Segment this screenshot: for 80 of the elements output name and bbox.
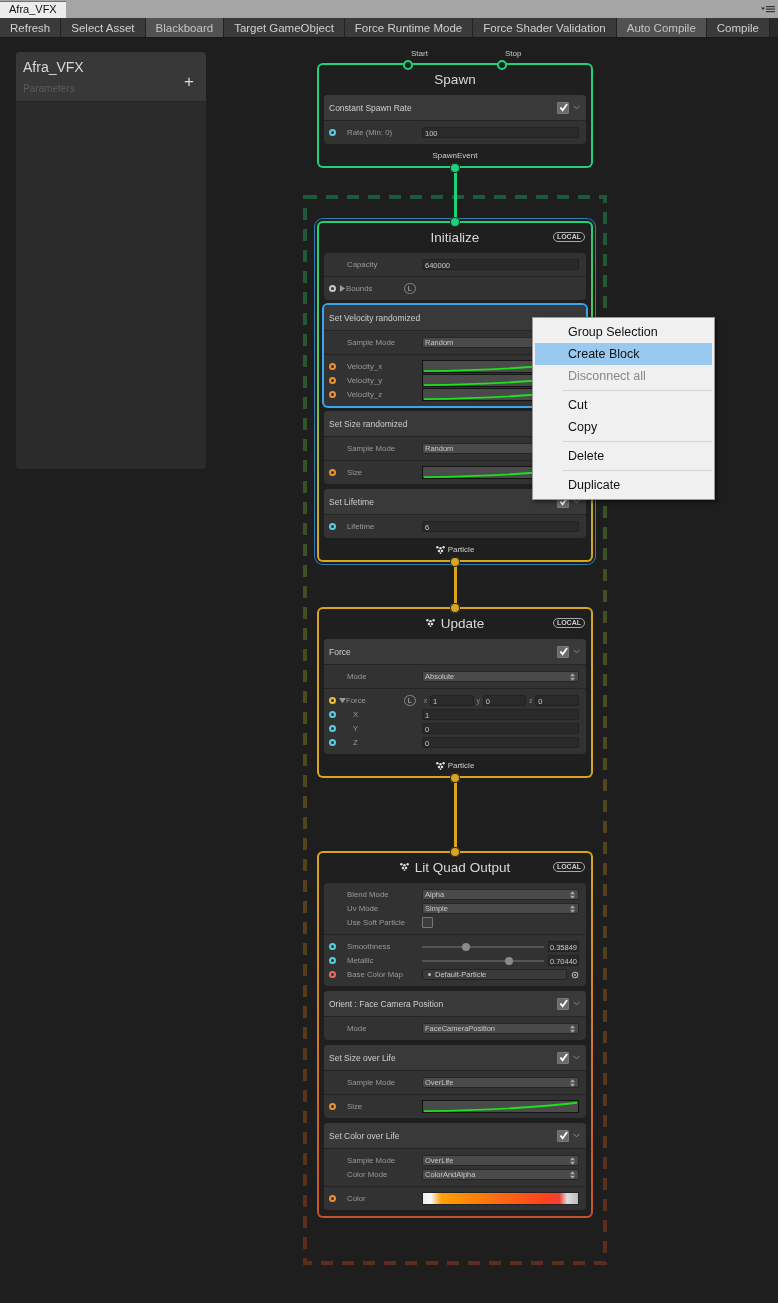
port-label: Particle xyxy=(447,545,475,554)
checkbox[interactable] xyxy=(557,997,569,1010)
port-icon[interactable] xyxy=(329,739,336,746)
dropdown-arrow-icon xyxy=(570,1170,575,1179)
block-title: Set Velocity randomized xyxy=(329,312,422,323)
port-icon[interactable] xyxy=(329,711,336,718)
checkbox[interactable] xyxy=(557,1051,569,1064)
flow-port-icon[interactable] xyxy=(450,773,460,783)
checkbox[interactable] xyxy=(557,1129,569,1142)
port-label: SpawnEvent xyxy=(432,151,478,160)
port-icon[interactable] xyxy=(329,697,336,704)
context-title: Lit Quad Output xyxy=(414,859,511,875)
port-label: Start xyxy=(411,49,428,58)
toolbar-button[interactable]: Compile xyxy=(706,18,770,37)
chevron-down-icon[interactable] xyxy=(573,105,580,110)
curve-field[interactable] xyxy=(422,1100,579,1113)
chevron-down-icon[interactable] xyxy=(573,499,580,504)
dropdown-arrow-icon xyxy=(570,890,575,899)
target-icon[interactable] xyxy=(571,970,579,979)
context-title: Initialize xyxy=(430,229,480,245)
port-icon[interactable] xyxy=(329,377,336,384)
menu-item[interactable]: Create Block xyxy=(535,343,712,365)
menu-icon[interactable] xyxy=(761,5,775,13)
dropdown-arrow-icon xyxy=(570,904,575,913)
block-title: Force xyxy=(329,646,352,657)
toolbar-button[interactable]: Auto Compile xyxy=(616,18,707,37)
slider-track[interactable] xyxy=(422,959,544,962)
toolbar-button[interactable]: Select Asset xyxy=(61,18,146,37)
dropdown-arrow-icon xyxy=(570,1156,575,1165)
gradient-field[interactable] xyxy=(422,1192,579,1205)
checkbox[interactable] xyxy=(557,101,569,114)
block-title: Set Size over Life xyxy=(329,1052,397,1063)
dropdown-arrow-icon xyxy=(570,672,575,681)
slider-track[interactable] xyxy=(422,945,544,948)
chevron-down-icon[interactable] xyxy=(573,1055,580,1060)
foldout-arrow-icon[interactable] xyxy=(339,285,346,292)
flow-port-icon[interactable] xyxy=(450,163,460,173)
window-tab[interactable]: Afra_VFX xyxy=(0,1,66,18)
port-icon[interactable] xyxy=(329,957,336,964)
toolbar-button[interactable]: Force Shader Validation xyxy=(473,18,617,37)
foldout-arrow-icon[interactable] xyxy=(339,697,346,704)
chevron-down-icon[interactable] xyxy=(573,649,580,654)
context-title: Spawn xyxy=(434,71,476,87)
port-label: Stop xyxy=(505,49,522,58)
port-icon[interactable] xyxy=(329,1103,336,1110)
port-icon[interactable] xyxy=(329,285,336,292)
port-icon[interactable] xyxy=(329,971,336,978)
flow-port-icon[interactable] xyxy=(403,60,413,70)
blackboard-title: Afra_VFX xyxy=(23,59,84,75)
port-icon[interactable] xyxy=(329,363,336,370)
slider-thumb[interactable] xyxy=(461,942,470,951)
block-title: Orient : Face Camera Position xyxy=(329,998,445,1009)
flow-port-icon[interactable] xyxy=(450,557,460,567)
port-icon[interactable] xyxy=(329,391,336,398)
chevron-down-icon[interactable] xyxy=(573,1001,580,1006)
port-icon[interactable] xyxy=(329,1195,336,1202)
dot-icon xyxy=(428,973,431,976)
toolbar-button[interactable]: Force Runtime Mode xyxy=(344,18,474,37)
port-icon[interactable] xyxy=(329,129,336,136)
add-button[interactable]: + xyxy=(184,71,206,92)
port-label: Particle xyxy=(447,761,475,770)
flow-port-icon[interactable] xyxy=(497,60,507,70)
port-icon[interactable] xyxy=(329,943,336,950)
toolbar-button[interactable]: Refresh xyxy=(0,18,62,37)
block-title: Set Lifetime xyxy=(329,496,375,507)
checkbox[interactable] xyxy=(557,645,569,658)
chevron-down-icon[interactable] xyxy=(573,1133,580,1138)
port-icon[interactable] xyxy=(329,523,336,530)
context-title: Update xyxy=(440,615,485,631)
toolbar-button[interactable]: Blackboard xyxy=(145,18,225,37)
port-icon[interactable] xyxy=(329,725,336,732)
block-title: Constant Spawn Rate xyxy=(329,102,413,113)
slider-thumb[interactable] xyxy=(504,956,513,965)
context-node[interactable] xyxy=(317,851,593,1218)
dropdown-arrow-icon xyxy=(570,1024,575,1033)
dropdown-arrow-icon xyxy=(570,1078,575,1087)
checkbox[interactable] xyxy=(422,917,433,928)
block-title: Set Color over Life xyxy=(329,1130,401,1141)
port-icon[interactable] xyxy=(329,469,336,476)
toolbar-button[interactable]: Target GameObject xyxy=(224,18,345,37)
